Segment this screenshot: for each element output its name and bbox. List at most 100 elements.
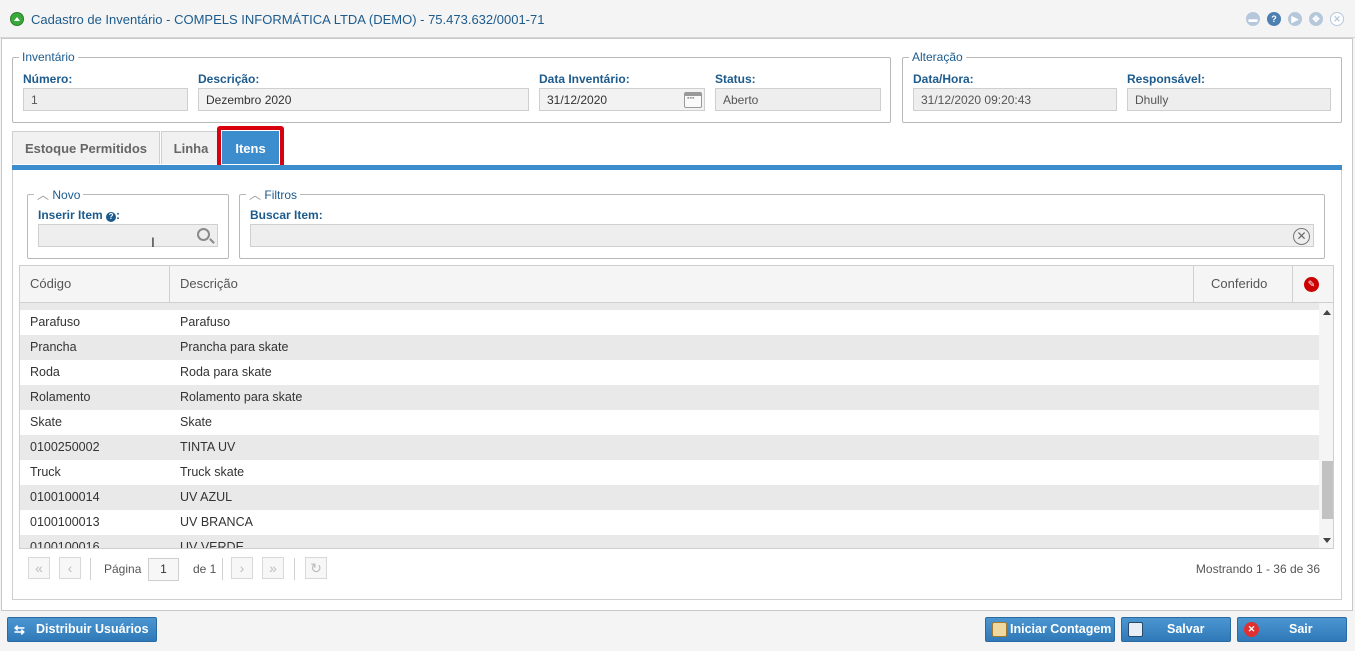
table-row[interactable]: 0100100016 UV VERDE xyxy=(20,535,1319,549)
refresh-icon[interactable]: ↻ xyxy=(305,557,327,579)
play-icon[interactable]: ▶ xyxy=(1288,12,1302,26)
filtros-legend-text: Filtros xyxy=(264,188,298,202)
descricao-label: Descrição: xyxy=(198,72,260,86)
tab-estoque-permitidos[interactable]: Estoque Permitidos xyxy=(12,131,160,164)
prev-page-icon[interactable]: ‹ xyxy=(59,557,81,579)
table-row[interactable]: Parafuso Parafuso xyxy=(20,310,1319,335)
grid-body: Parafuso Parafuso Prancha Prancha para ska… xyxy=(20,303,1319,549)
exit-icon: ✕ xyxy=(1244,622,1259,637)
salvar-label: Salvar xyxy=(1167,622,1205,636)
table-row[interactable] xyxy=(20,303,1319,310)
sair-button[interactable]: ✕ Sair xyxy=(1237,617,1347,642)
edit-columns-icon[interactable]: ✎ xyxy=(1304,277,1319,292)
table-row[interactable]: 0100100013 UV BRANCA xyxy=(20,510,1319,535)
grid-header: Código Descrição Conferido ✎ xyxy=(20,266,1333,303)
cell-codigo: 0100100014 xyxy=(30,490,100,504)
distribuir-usuarios-button[interactable]: ⇆ Distribuir Usuários xyxy=(7,617,157,642)
col-descricao[interactable]: Descrição xyxy=(180,266,238,302)
table-row[interactable]: Truck Truck skate xyxy=(20,460,1319,485)
datahora-field[interactable]: 31/12/2020 09:20:43 xyxy=(913,88,1117,111)
window-title: Cadastro de Inventário - COMPELS INFORMÁ… xyxy=(31,12,545,27)
search-icon[interactable] xyxy=(197,228,210,241)
cell-descricao: Prancha para skate xyxy=(180,340,289,354)
data-inventario-label: Data Inventário: xyxy=(539,72,630,86)
pager-separator xyxy=(90,558,91,580)
table-row[interactable]: 0100250002 TINTA UV xyxy=(20,435,1319,460)
cell-codigo: 0100250002 xyxy=(30,440,100,454)
salvar-button[interactable]: Salvar xyxy=(1121,617,1231,642)
clear-icon[interactable]: ✕ xyxy=(1293,228,1310,245)
cell-codigo: Skate xyxy=(30,415,62,429)
chevron-up-icon: ︿ xyxy=(37,188,50,202)
alteracao-legend: Alteração xyxy=(912,50,963,64)
cell-descricao: UV VERDE xyxy=(180,540,244,549)
page-input[interactable]: 1 xyxy=(148,558,179,581)
cell-descricao: Roda para skate xyxy=(180,365,272,379)
save-icon xyxy=(1128,622,1143,637)
col-separator xyxy=(1292,266,1293,302)
inventario-fieldset: Inventário xyxy=(12,50,891,123)
table-row[interactable]: Prancha Prancha para skate xyxy=(20,335,1319,360)
first-page-icon[interactable]: « xyxy=(28,557,50,579)
cell-descricao: TINTA UV xyxy=(180,440,236,454)
status-field[interactable]: Aberto xyxy=(715,88,881,111)
pager-separator xyxy=(294,558,295,580)
cell-codigo: Rolamento xyxy=(30,390,91,404)
text-cursor-icon: I xyxy=(151,234,155,250)
table-row[interactable]: Skate Skate xyxy=(20,410,1319,435)
scroll-thumb[interactable] xyxy=(1322,461,1333,519)
tab-itens[interactable]: Itens xyxy=(222,131,279,164)
calendar-icon[interactable] xyxy=(684,92,702,108)
novo-legend[interactable]: ︿ Novo xyxy=(34,186,83,203)
move-icon[interactable]: ✥ xyxy=(1309,12,1323,26)
app-icon xyxy=(10,12,24,26)
cell-descricao: Skate xyxy=(180,415,212,429)
responsavel-field[interactable]: Dhully xyxy=(1127,88,1331,111)
col-conferido[interactable]: Conferido xyxy=(1211,266,1267,302)
inserir-item-label-text: Inserir Item xyxy=(38,208,103,222)
tab-linha[interactable]: Linha xyxy=(161,131,221,164)
buscar-item-label: Buscar Item: xyxy=(250,208,323,222)
items-grid: Código Descrição Conferido ✎ Parafuso Par… xyxy=(19,265,1334,549)
close-icon[interactable]: ✕ xyxy=(1330,12,1344,26)
scroll-up-icon[interactable] xyxy=(1323,310,1331,315)
inserir-item-field[interactable] xyxy=(38,224,218,247)
cell-descricao: Truck skate xyxy=(180,465,245,479)
help-circle-icon[interactable]: ? xyxy=(106,212,117,222)
cell-descricao: UV BRANCA xyxy=(180,515,253,529)
scroll-down-icon[interactable] xyxy=(1323,538,1331,543)
table-row[interactable]: 0100100014 UV AZUL xyxy=(20,485,1319,510)
cell-codigo: 0100100013 xyxy=(30,515,100,529)
last-page-icon[interactable]: » xyxy=(262,557,284,579)
numero-label: Número: xyxy=(23,72,73,86)
filtros-legend[interactable]: ︿ Filtros xyxy=(246,186,300,203)
pager: « ‹ Página 1 de 1 › » ↻ Mostrando 1 - 36… xyxy=(19,552,1334,588)
table-row[interactable]: Rolamento Rolamento para skate xyxy=(20,385,1319,410)
help-icon[interactable]: ? xyxy=(1267,12,1281,26)
iniciar-contagem-button[interactable]: Iniciar Contagem xyxy=(985,617,1115,642)
cell-codigo: 0100100016 xyxy=(30,540,100,549)
descricao-field[interactable]: Dezembro 2020 xyxy=(198,88,529,111)
responsavel-label: Responsável: xyxy=(1127,72,1206,86)
users-icon: ⇆ xyxy=(14,622,25,637)
status-label: Status: xyxy=(715,72,756,86)
calculator-icon xyxy=(992,622,1007,637)
cell-descricao: UV AZUL xyxy=(180,490,233,504)
cell-codigo: Parafuso xyxy=(30,315,81,329)
buscar-item-field[interactable] xyxy=(250,224,1314,247)
chevron-up-icon: ︿ xyxy=(249,188,262,202)
col-codigo[interactable]: Código xyxy=(30,266,71,302)
minimize-icon[interactable]: ▬ xyxy=(1246,12,1260,26)
col-separator xyxy=(169,266,170,302)
grid-scrollbar[interactable] xyxy=(1319,303,1333,548)
sair-label: Sair xyxy=(1289,622,1313,636)
next-page-icon[interactable]: › xyxy=(231,557,253,579)
datahora-label: Data/Hora: xyxy=(913,72,974,86)
inserir-item-colon: : xyxy=(116,208,121,222)
data-inventario-field[interactable]: 31/12/2020 xyxy=(539,88,705,111)
cell-codigo: Truck xyxy=(30,465,61,479)
numero-field[interactable]: 1 xyxy=(23,88,188,111)
table-row[interactable]: Roda Roda para skate xyxy=(20,360,1319,385)
cell-codigo: Prancha xyxy=(30,340,77,354)
cell-codigo: Roda xyxy=(30,365,60,379)
